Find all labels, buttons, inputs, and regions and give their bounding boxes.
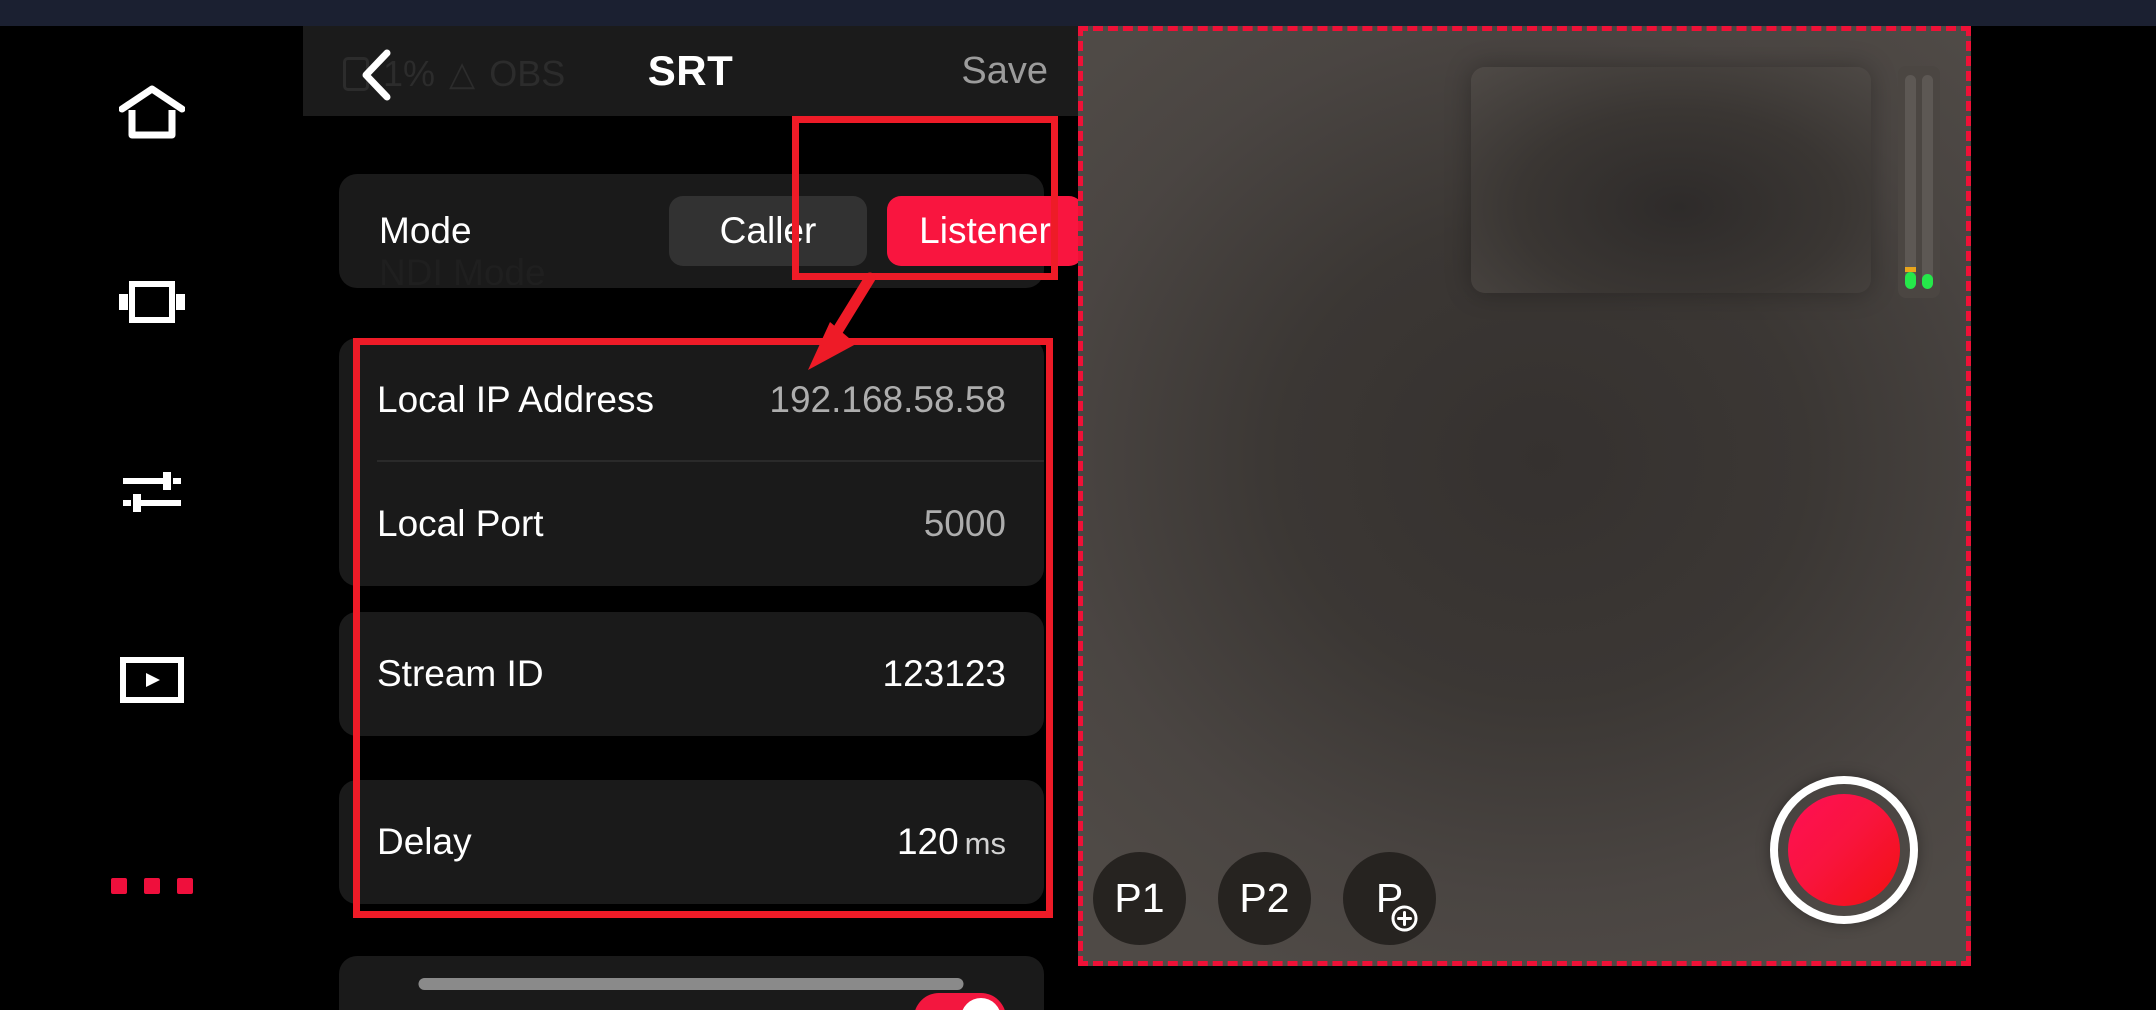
right-filler (1971, 26, 2156, 1010)
audio-meter-left-fill (1905, 271, 1916, 289)
audio-meter-left-peak (1905, 266, 1916, 272)
row-value: 5000 (923, 503, 1006, 544)
record-button[interactable] (1770, 776, 1918, 924)
app-root: 1% △ OBS SRT Save Mode NDI Mode Caller L… (0, 0, 2156, 1010)
sidebar-item-settings[interactable] (0, 444, 303, 540)
mode-card: Mode NDI Mode Caller Listener (339, 174, 1078, 293)
preset-1-button[interactable]: P1 (1093, 852, 1186, 945)
row-value: 192.168.58.58 (769, 379, 1006, 420)
camera-frame-icon (118, 278, 186, 326)
srt-settings-panel: 1% △ OBS SRT Save Mode NDI Mode Caller L… (303, 26, 1078, 1010)
media-play-icon (119, 656, 184, 704)
sliders-icon (121, 468, 183, 516)
camera-bottom-filler (1078, 966, 1971, 1010)
row-label: Stream ID (377, 653, 544, 694)
more-dot-1 (110, 878, 127, 894)
more-dot-2 (143, 878, 160, 894)
preset-2-label: P2 (1239, 875, 1290, 921)
toggle-switch[interactable] (914, 993, 1006, 1010)
row-delay[interactable]: Delay 120 ms (339, 780, 1044, 904)
row-stream-id[interactable]: Stream ID 123123 (339, 612, 1044, 736)
mode-option-caller[interactable]: Caller (669, 196, 867, 266)
camera-preview-pane[interactable]: P1 P2 P (1078, 26, 1971, 966)
preset-1-label: P1 (1114, 875, 1165, 921)
row-value: 120 ms (897, 821, 1006, 863)
record-button-inner (1788, 794, 1900, 906)
settings-group-delay: Delay 120 ms (339, 780, 1044, 904)
mode-label: Mode (379, 210, 472, 251)
settings-group-connection: Local IP Address 192.168.58.58 Local Por… (339, 338, 1044, 586)
row-value-unit: ms (964, 826, 1006, 861)
sidebar-item-media[interactable] (0, 632, 303, 728)
more-dot-3 (176, 878, 193, 894)
preset-button-group: P1 P2 P (1093, 852, 1436, 945)
audio-meter-right (1922, 75, 1933, 289)
audio-meter-left (1905, 75, 1916, 289)
sidebar-item-home[interactable] (0, 66, 303, 162)
mode-option-listener[interactable]: Listener (887, 196, 1078, 266)
preset-add-button[interactable]: P (1343, 852, 1436, 945)
sidebar-item-more[interactable] (0, 856, 303, 916)
row-local-port[interactable]: Local Port 5000 (339, 462, 1044, 586)
plus-circle-icon (1391, 895, 1418, 932)
row-label: Local IP Address (377, 379, 654, 420)
row-value: 123123 (882, 653, 1006, 694)
row-label: Delay (377, 821, 472, 862)
row-local-ip-address[interactable]: Local IP Address 192.168.58.58 (339, 338, 1044, 462)
home-icon (118, 85, 185, 143)
audio-meter-right-fill (1922, 274, 1933, 289)
status-bar-strip-right (1243, 0, 2156, 26)
row-value-number: 120 (896, 821, 959, 862)
home-indicator (418, 978, 963, 990)
sidebar-item-camera[interactable] (0, 254, 303, 350)
settings-group-stream: Stream ID 123123 (339, 612, 1044, 736)
left-nav-rail (0, 26, 303, 1010)
preset-2-button[interactable]: P2 (1218, 852, 1311, 945)
preview-thumbnail[interactable] (1471, 67, 1871, 293)
panel-header: 1% △ OBS SRT Save (303, 26, 1078, 116)
row-label: Local Port (377, 503, 544, 544)
audio-level-meters (1898, 66, 1940, 298)
save-button[interactable]: Save (961, 26, 1048, 116)
